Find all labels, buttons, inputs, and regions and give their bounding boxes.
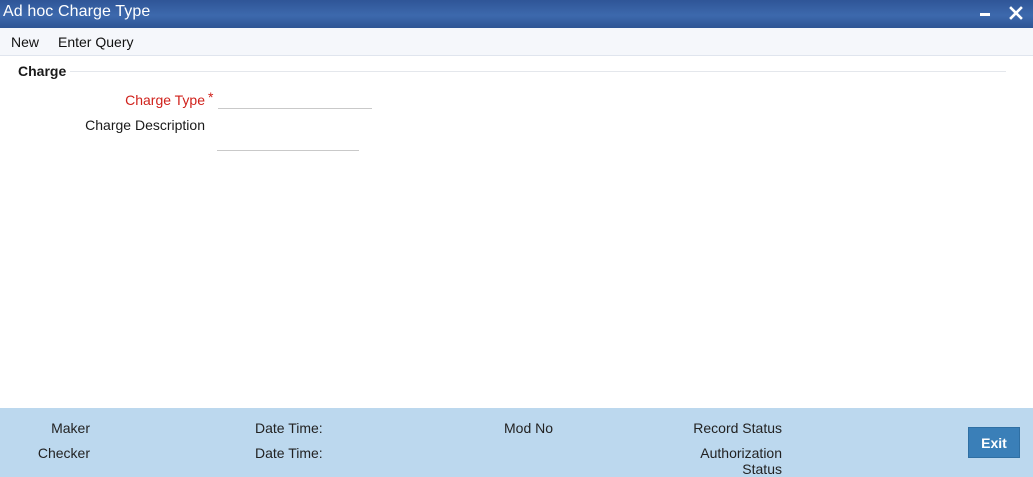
charge-type-input[interactable]: [218, 90, 372, 109]
minimize-icon[interactable]: [974, 2, 996, 24]
mod-no-label: Mod No: [504, 420, 554, 436]
section-divider: [70, 71, 1006, 72]
charge-type-label: Charge Type: [125, 92, 205, 108]
authorization-status-line1: Authorization: [700, 445, 782, 461]
audit-footer: Maker Date Time: Mod No Record Status Ch…: [0, 408, 1033, 477]
window-title: Ad hoc Charge Type: [3, 3, 151, 20]
window-titlebar: Ad hoc Charge Type: [0, 0, 1033, 28]
authorization-status-line2: Status: [742, 461, 782, 477]
section-title-charge: Charge: [18, 63, 67, 79]
maker-label: Maker: [51, 420, 90, 436]
checker-datetime-label: Date Time:: [255, 445, 323, 461]
checker-label: Checker: [37, 445, 90, 461]
toolbar: New Enter Query: [0, 28, 1033, 56]
charge-description-label: Charge Description: [85, 117, 205, 133]
charge-description-input[interactable]: [217, 130, 359, 151]
new-button[interactable]: New: [11, 34, 39, 50]
exit-button[interactable]: Exit: [968, 427, 1020, 458]
close-icon[interactable]: [1005, 2, 1027, 24]
authorization-status-label: Authorization Status: [682, 445, 782, 477]
maker-datetime-label: Date Time:: [255, 420, 323, 436]
enter-query-button[interactable]: Enter Query: [58, 34, 133, 50]
required-marker: *: [208, 89, 214, 105]
record-status-label: Record Status: [693, 420, 782, 436]
